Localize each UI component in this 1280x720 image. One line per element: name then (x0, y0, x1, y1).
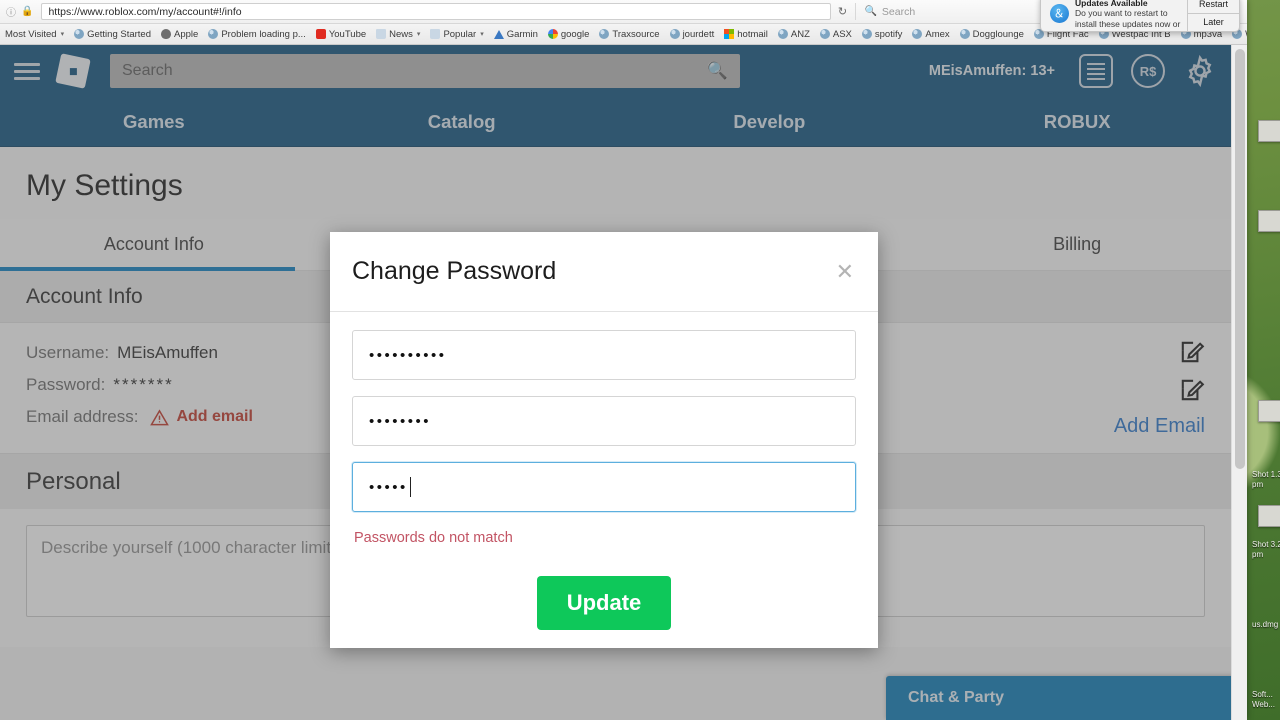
bookmark-label: spotify (874, 28, 903, 40)
bookmark-item[interactable]: Garmin (489, 24, 543, 44)
bookmark-label: ASX (832, 28, 852, 40)
google-icon (547, 29, 558, 39)
bookmark-label: Traxsource (612, 28, 660, 40)
bookmark-label: ANZ (790, 28, 810, 40)
bookmark-item[interactable]: YouTube (311, 24, 371, 44)
bookmark-item[interactable]: hotmail (719, 24, 773, 44)
new-password-field[interactable]: •••••••• (352, 396, 856, 446)
bookmark-item[interactable]: Problem loading p... (203, 24, 311, 44)
change-password-modal: Change Password ✕ •••••••••• •••••••• ••… (330, 232, 878, 648)
browser-search-placeholder: Search (881, 5, 916, 18)
bookmark-item[interactable]: ASX (815, 24, 857, 44)
bookmark-label: Apple (174, 28, 199, 40)
globe-icon (861, 29, 872, 39)
chevron-down-icon: ▾ (480, 31, 484, 38)
address-bar-url: https://www.roblox.com/my/account#!/info (48, 5, 242, 18)
bookmark-label: jourdett (682, 28, 715, 40)
bookmark-item[interactable]: ANZ (773, 24, 815, 44)
appstore-icon: ＆ (1041, 0, 1071, 31)
search-icon: 🔍 (864, 6, 877, 17)
page-scrollbar[interactable] (1231, 45, 1247, 720)
apple-icon (161, 29, 171, 39)
notification-message: Do you want to restart to install these … (1075, 8, 1181, 31)
bookmark-label: Garmin (506, 28, 538, 40)
restart-button[interactable]: Restart (1188, 0, 1239, 13)
notification-title: Updates Available (1075, 0, 1148, 8)
later-button[interactable]: Later (1188, 12, 1239, 32)
modal-body: •••••••••• •••••••• ••••• Passwords do n… (330, 312, 878, 630)
reload-icon[interactable]: ↻ (831, 5, 853, 18)
bookmark-item[interactable]: Dogglounge (955, 24, 1029, 44)
bookmark-label: Popular (443, 28, 477, 40)
globe-icon (819, 29, 830, 39)
chevron-down-icon: ▾ (416, 31, 421, 38)
close-icon[interactable]: ✕ (834, 257, 856, 287)
bookmark-label: hotmail (737, 28, 768, 40)
desktop-file-label: Shot 3.28 pm (1252, 540, 1280, 559)
address-bar[interactable]: https://www.roblox.com/my/account#!/info (41, 3, 832, 20)
current-password-field[interactable]: •••••••••• (352, 330, 856, 380)
globe-icon (777, 29, 788, 39)
desktop-file-label: us.dmg (1252, 620, 1279, 629)
bookmark-item[interactable]: Amex (907, 24, 954, 44)
notification-body: Updates Available Do you want to restart… (1071, 0, 1187, 31)
password-error-message: Passwords do not match (354, 530, 513, 546)
current-password-value: •••••••••• (369, 346, 447, 364)
confirm-password-value: ••••• (369, 478, 408, 496)
desktop-file-label: Shot 1.32 pm (1252, 470, 1280, 489)
modal-actions: Update (352, 546, 856, 630)
globe-icon (669, 29, 680, 39)
bookmark-item[interactable]: Apple (156, 24, 203, 44)
screen-root: Shot 1.32 pm Shot 3.28 pm us.dmg Soft...… (0, 0, 1280, 720)
system-update-notification: ＆ Updates Available Do you want to resta… (1040, 0, 1240, 32)
bookmark-label: Getting Started (87, 28, 151, 40)
modal-title: Change Password (352, 257, 557, 285)
bookmark-label: Most Visited (5, 28, 57, 40)
lock-icon: 🔒 (21, 6, 34, 17)
garmin-icon (493, 29, 504, 39)
globe-icon (599, 29, 610, 39)
update-button[interactable]: Update (536, 576, 672, 630)
bookmark-label: Dogglounge (972, 28, 1024, 40)
bookmark-item[interactable]: Traxsource (594, 24, 664, 44)
bookmark-item[interactable]: Most Visited ▾ (0, 24, 69, 44)
microsoft-icon (724, 29, 735, 39)
bookmark-item[interactable]: Popular ▾ (425, 24, 488, 44)
bookmark-label: Westpac broking (1245, 29, 1247, 40)
bookmark-label: Problem loading p... (221, 28, 306, 40)
globe-icon (74, 29, 85, 39)
page-info-icon[interactable]: ⓘ (6, 4, 16, 19)
desktop-file-icon[interactable] (1258, 505, 1280, 527)
bookmark-item[interactable]: spotify (857, 24, 907, 44)
desktop-file-icon[interactable] (1258, 210, 1280, 232)
desktop-file-icon[interactable] (1258, 120, 1280, 142)
folder-icon (430, 29, 441, 39)
bookmark-item[interactable]: google (543, 24, 595, 44)
bookmark-item[interactable]: News ▾ (371, 24, 425, 44)
scrollbar-thumb[interactable] (1235, 49, 1245, 469)
bookmark-item[interactable]: jourdett (665, 24, 720, 44)
desktop-file-label: Soft... Web... (1252, 690, 1275, 709)
folder-icon (376, 29, 387, 39)
bookmark-label: News (389, 28, 413, 40)
youtube-icon (315, 29, 326, 39)
bookmark-label: google (560, 28, 590, 40)
globe-icon (912, 29, 923, 39)
globe-icon (959, 29, 970, 39)
desktop-file-icon[interactable] (1258, 400, 1280, 422)
text-cursor (409, 477, 411, 497)
bookmark-item[interactable]: Getting Started (69, 24, 156, 44)
chevron-down-icon: ▾ (60, 31, 65, 38)
bookmark-label: Amex (925, 28, 950, 40)
new-password-value: •••••••• (369, 412, 432, 430)
confirm-password-field[interactable]: ••••• (352, 462, 856, 512)
notification-buttons: Restart Later (1187, 0, 1239, 31)
browser-window: ⓘ 🔒 https://www.roblox.com/my/account#!/… (0, 0, 1247, 720)
bookmark-label: YouTube (328, 28, 367, 40)
modal-header: Change Password ✕ (330, 232, 878, 312)
globe-icon (208, 29, 219, 39)
